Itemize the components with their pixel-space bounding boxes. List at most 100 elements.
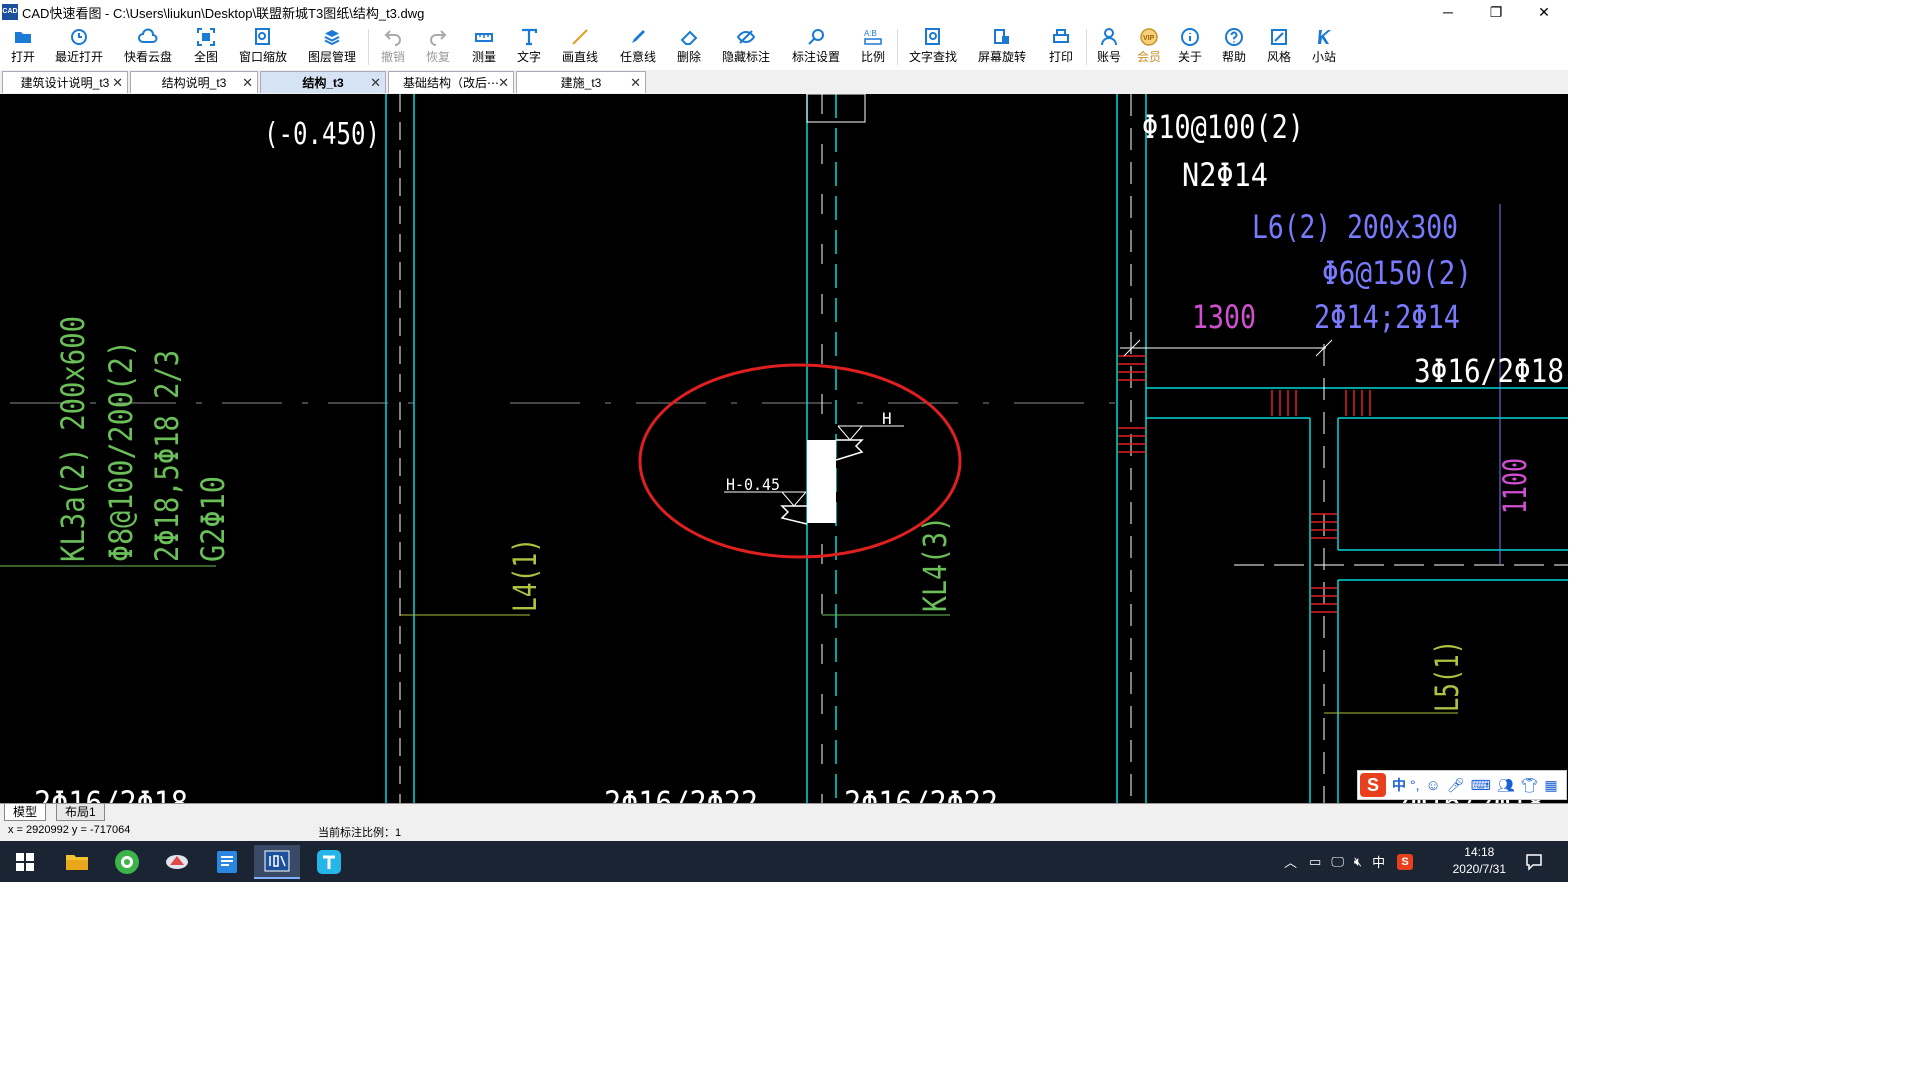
cad-app-icon[interactable] — [254, 845, 300, 879]
taskbar-clock[interactable]: 14:18 2020/7/31 — [1453, 844, 1506, 878]
minimize-button[interactable]: ─ — [1424, 0, 1472, 24]
elevation-step-block — [807, 440, 836, 523]
smiley-icon[interactable]: ☺ — [1426, 777, 1441, 794]
notepad-app-icon[interactable] — [204, 845, 250, 879]
keyboard-icon[interactable]: ⌨ — [1471, 777, 1491, 794]
measure-button[interactable]: 测量 — [461, 24, 507, 67]
main-toolbar: 打开 最近打开 快看云盘 全图 窗口缩放 图层管理 撤销 恢复 测量 文字 画直… — [0, 24, 1568, 71]
tab-foundation[interactable]: 基础结构（改后⋯ ✕ — [388, 71, 514, 93]
rebar-label: 2Φ16/2Φ22 — [844, 784, 998, 803]
ime-toolbar[interactable]: S 中 °, ☺ 🎤︎ ⌨ 👥︎ 👕︎ ▦ — [1357, 770, 1567, 800]
restore-button[interactable]: ❐ — [1472, 0, 1520, 24]
beam-label: L4(1) — [506, 538, 544, 612]
help-button[interactable]: 帮助 — [1211, 24, 1257, 67]
close-icon[interactable]: ✕ — [242, 75, 253, 91]
account-button[interactable]: 账号 — [1089, 24, 1129, 67]
layout-tabs: 模型 布局1 — [0, 803, 1568, 821]
style-button[interactable]: 风格 — [1257, 24, 1301, 67]
zoom-window-button[interactable]: 窗口缩放 — [228, 24, 298, 67]
svg-text:VIP: VIP — [1143, 35, 1155, 42]
printer-icon — [1053, 29, 1069, 43]
annotation-settings-button[interactable]: 标注设置 — [781, 24, 851, 67]
sogou-logo-icon[interactable]: S — [1360, 773, 1386, 797]
recent-open-button[interactable]: 最近打开 — [46, 24, 112, 67]
beam-label: KL4(3) — [916, 516, 954, 612]
tab-model[interactable]: 模型 — [4, 804, 47, 821]
grid-menu-icon[interactable]: ▦ — [1544, 777, 1557, 794]
notification-icon[interactable] — [1514, 845, 1554, 879]
station-button[interactable]: 小站 — [1301, 24, 1347, 67]
undo-icon — [384, 30, 401, 46]
vip-button[interactable]: VIP 会员 — [1129, 24, 1169, 67]
scale-icon: A:B — [864, 29, 882, 45]
beam-label: L5(1) — [1428, 640, 1466, 712]
coordinate-readout: x = 2920992 y = -717064 — [8, 824, 131, 836]
undo-button[interactable]: 撤销 — [371, 24, 415, 67]
browser-icon[interactable] — [104, 845, 150, 879]
draw-line-button[interactable]: 画直线 — [551, 24, 609, 67]
beam-label: KL3a(2) 200x600 — [54, 316, 92, 562]
tab-arch-construction[interactable]: 建施_t3 ✕ — [516, 71, 646, 93]
redo-button[interactable]: 恢复 — [415, 24, 461, 67]
windows-start-icon[interactable] — [2, 845, 48, 879]
eye-hide-icon — [736, 30, 756, 44]
volume-muted-icon[interactable]: 🔇︎ — [1354, 854, 1362, 870]
windows-taskbar: ︿ ▭ 🖵︎ 🔇︎ 中 S 14:18 2020/7/31 — [0, 841, 1568, 882]
measure-icon — [475, 33, 493, 42]
close-button[interactable]: ✕ — [1520, 0, 1568, 24]
sogou-tray-icon[interactable]: S — [1397, 853, 1414, 870]
delete-button[interactable]: 删除 — [667, 24, 711, 67]
layer-manager-button[interactable]: 图层管理 — [298, 24, 366, 67]
freehand-line-button[interactable]: 任意线 — [609, 24, 667, 67]
input-language-indicator[interactable]: 中 — [1372, 852, 1385, 871]
scale-button[interactable]: A:B 比例 — [851, 24, 895, 67]
tab-arch-design[interactable]: 建筑设计说明_t3 ✕ — [2, 71, 128, 93]
cloud-drive-button[interactable]: 快看云盘 — [112, 24, 184, 67]
rebar-label: 2Φ16/2Φ18 — [34, 784, 188, 803]
elevation-h-label: H — [882, 409, 892, 428]
ime-mode-toggle[interactable]: 中 — [1392, 775, 1406, 795]
hide-annotation-button[interactable]: 隐藏标注 — [711, 24, 781, 67]
tab-struct-notes[interactable]: 结构说明_t3 ✕ — [130, 71, 258, 93]
shirt-icon[interactable]: 👕︎ — [1521, 777, 1539, 794]
stirrup-label: Φ6@150(2) — [1322, 254, 1472, 292]
open-button[interactable]: 打开 — [0, 24, 46, 67]
cloud-app-icon[interactable] — [154, 845, 200, 879]
chevron-up-icon[interactable]: ︿ — [1284, 852, 1297, 871]
document-tabs: 建筑设计说明_t3 ✕ 结构说明_t3 ✕ 结构_t3 ✕ 基础结构（改后⋯ ✕ 建施_… — [0, 70, 1568, 95]
tab-layout1[interactable]: 布局1 — [56, 804, 105, 821]
drawing-canvas[interactable]: (-0.450) Φ10@100(2) N2Φ14 L6(2) 200x300 … — [0, 94, 1568, 803]
clock-date: 2020/7/31 — [1452, 862, 1506, 876]
text-search-button[interactable]: 文字查找 — [900, 24, 966, 67]
cad-drawing[interactable]: (-0.450) Φ10@100(2) N2Φ14 L6(2) 200x300 … — [0, 94, 1568, 803]
about-button[interactable]: 关于 — [1169, 24, 1211, 67]
ime-punct-toggle[interactable]: °, — [1410, 777, 1420, 793]
toolbar-divider — [1086, 29, 1087, 65]
status-bar: x = 2920992 y = -717064 当前标注比例：1 — [0, 821, 1568, 841]
rebar-label: 2Φ18,5Φ18 2/3 — [148, 350, 186, 562]
stirrup-label: Φ8@100/200(2) — [102, 340, 140, 562]
t-app-icon[interactable] — [306, 845, 352, 879]
rotate-screen-icon — [994, 29, 1009, 44]
microphone-icon[interactable]: 🎤︎ — [1447, 777, 1465, 794]
close-icon[interactable]: ✕ — [112, 75, 123, 91]
elevation-marker — [837, 425, 863, 441]
text-button[interactable]: 文字 — [507, 24, 551, 67]
network-icon[interactable]: 🖵︎ — [1331, 854, 1344, 870]
close-icon[interactable]: ✕ — [630, 75, 641, 91]
fit-view-button[interactable]: 全图 — [184, 24, 228, 67]
style-icon — [1271, 29, 1287, 45]
close-icon[interactable]: ✕ — [498, 75, 509, 91]
user-group-icon[interactable]: 👥︎ — [1497, 777, 1515, 794]
station-icon — [1318, 30, 1331, 44]
kl3a-label-group: KL3a(2) 200x600 Φ8@100/200(2) 2Φ18,5Φ18 … — [54, 316, 232, 562]
tab-struct[interactable]: 结构_t3 ✕ — [260, 71, 386, 93]
info-icon — [1181, 28, 1199, 46]
battery-icon[interactable]: ▭ — [1309, 854, 1321, 870]
dimension-label: 1300 — [1192, 298, 1256, 336]
elevation-marker — [781, 491, 807, 507]
rotate-screen-button[interactable]: 屏幕旋转 — [966, 24, 1038, 67]
close-icon[interactable]: ✕ — [370, 75, 381, 91]
file-explorer-icon[interactable] — [54, 845, 100, 879]
print-button[interactable]: 打印 — [1038, 24, 1084, 67]
